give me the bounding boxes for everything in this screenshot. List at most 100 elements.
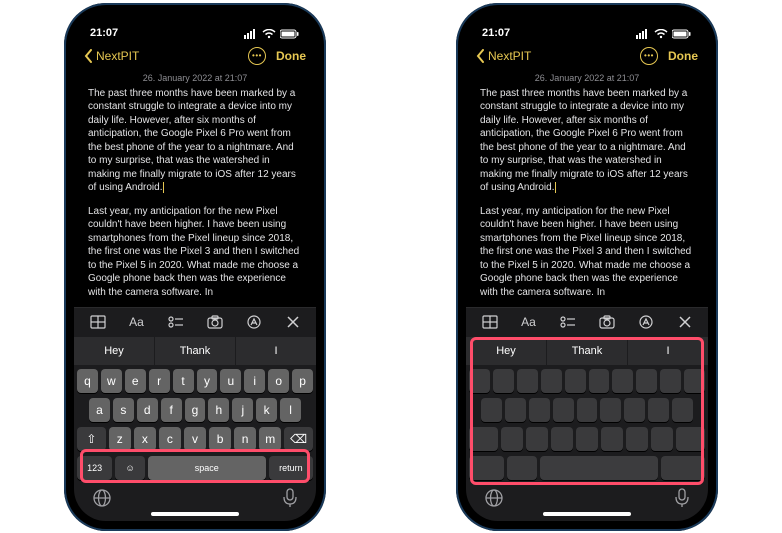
key-l[interactable]: l (280, 398, 301, 422)
note-date: 26. January 2022 at 21:07 (466, 71, 708, 87)
key-emoji[interactable]: ☺ (115, 456, 144, 480)
close-button[interactable] (273, 316, 312, 328)
blank-key (660, 369, 681, 393)
key-123[interactable]: 123 (77, 456, 112, 480)
key-n[interactable]: n (234, 427, 256, 451)
key-shift[interactable]: ⇧ (77, 427, 106, 451)
key-f[interactable]: f (161, 398, 182, 422)
key-j[interactable]: j (232, 398, 253, 422)
globe-icon[interactable] (92, 488, 112, 513)
suggestion-0[interactable]: Hey (74, 337, 155, 365)
markup-button[interactable] (626, 314, 665, 330)
key-p[interactable]: p (292, 369, 313, 393)
nav-bar: NextPIT ••• Done (74, 41, 316, 71)
blank-key (626, 427, 648, 451)
note-p1: The past three months have been marked b… (480, 88, 688, 194)
wifi-icon (262, 29, 276, 39)
key-a[interactable]: a (89, 398, 110, 422)
key-k[interactable]: k (256, 398, 277, 422)
done-button[interactable]: Done (668, 49, 698, 63)
key-v[interactable]: v (184, 427, 206, 451)
keyboard: q w e r t y u i o p a s d f g h j k l (74, 365, 316, 487)
note-p1: The past three months have been marked b… (88, 88, 296, 194)
suggestion-0[interactable]: Hey (466, 337, 547, 365)
key-y[interactable]: y (197, 369, 218, 393)
blank-key (661, 456, 705, 480)
key-t[interactable]: t (173, 369, 194, 393)
blank-key (541, 369, 562, 393)
key-w[interactable]: w (101, 369, 122, 393)
blank-key (493, 369, 514, 393)
blank-key (651, 427, 673, 451)
battery-icon (280, 29, 300, 39)
text-cursor (163, 182, 164, 193)
key-delete[interactable]: ⌫ (284, 427, 313, 451)
key-u[interactable]: u (220, 369, 241, 393)
blank-key (577, 398, 598, 422)
back-button[interactable]: NextPIT (84, 49, 139, 63)
key-s[interactable]: s (113, 398, 134, 422)
format-button[interactable]: Aa (117, 315, 156, 329)
key-c[interactable]: c (159, 427, 181, 451)
key-q[interactable]: q (77, 369, 98, 393)
phone-left: 21:07 NextPIT ••• Done (64, 3, 326, 531)
home-indicator[interactable] (151, 512, 239, 516)
key-d[interactable]: d (137, 398, 158, 422)
suggestion-2[interactable]: I (236, 337, 316, 365)
note-body[interactable]: The past three months have been marked b… (74, 87, 316, 307)
camera-button[interactable] (195, 315, 234, 329)
key-o[interactable]: o (268, 369, 289, 393)
status-right (244, 29, 300, 39)
close-button[interactable] (665, 316, 704, 328)
key-e[interactable]: e (125, 369, 146, 393)
checklist-button[interactable] (156, 315, 195, 329)
key-b[interactable]: b (209, 427, 231, 451)
table-button[interactable] (78, 315, 117, 329)
blank-key (469, 456, 504, 480)
blank-key (469, 427, 498, 451)
blank-key (517, 369, 538, 393)
blank-key (505, 398, 526, 422)
suggestion-row: Hey Thank I (74, 337, 316, 365)
signal-icon (244, 29, 258, 39)
key-return[interactable]: return (269, 456, 313, 480)
key-x[interactable]: x (134, 427, 156, 451)
suggestion-1[interactable]: Thank (547, 337, 628, 365)
table-button[interactable] (470, 315, 509, 329)
globe-icon[interactable] (484, 488, 504, 513)
mic-icon[interactable] (282, 488, 298, 513)
blank-key (672, 398, 693, 422)
chevron-left-icon (476, 49, 486, 63)
key-m[interactable]: m (259, 427, 281, 451)
note-body[interactable]: The past three months have been marked b… (466, 87, 708, 307)
key-h[interactable]: h (208, 398, 229, 422)
format-button[interactable]: Aa (509, 315, 548, 329)
signal-icon (636, 29, 650, 39)
camera-button[interactable] (587, 315, 626, 329)
mic-icon[interactable] (674, 488, 690, 513)
status-right (636, 29, 692, 39)
checklist-button[interactable] (548, 315, 587, 329)
key-z[interactable]: z (109, 427, 131, 451)
key-r[interactable]: r (149, 369, 170, 393)
more-button[interactable]: ••• (248, 47, 266, 65)
chevron-left-icon (84, 49, 94, 63)
back-button[interactable]: NextPIT (476, 49, 531, 63)
blank-key (551, 427, 573, 451)
blank-key (676, 427, 705, 451)
more-button[interactable]: ••• (640, 47, 658, 65)
suggestion-2[interactable]: I (628, 337, 708, 365)
note-p2: Last year, my anticipation for the new P… (480, 205, 694, 300)
done-button[interactable]: Done (276, 49, 306, 63)
key-g[interactable]: g (185, 398, 206, 422)
key-i[interactable]: i (244, 369, 265, 393)
back-label: NextPIT (488, 49, 531, 63)
key-space[interactable]: space (148, 456, 266, 480)
screen: 21:07 NextPIT ••• Done (74, 13, 316, 521)
blank-key (507, 456, 536, 480)
markup-button[interactable] (234, 314, 273, 330)
notch (141, 13, 249, 35)
home-indicator[interactable] (543, 512, 631, 516)
suggestion-1[interactable]: Thank (155, 337, 236, 365)
keyboard-trackpad[interactable] (466, 365, 708, 487)
